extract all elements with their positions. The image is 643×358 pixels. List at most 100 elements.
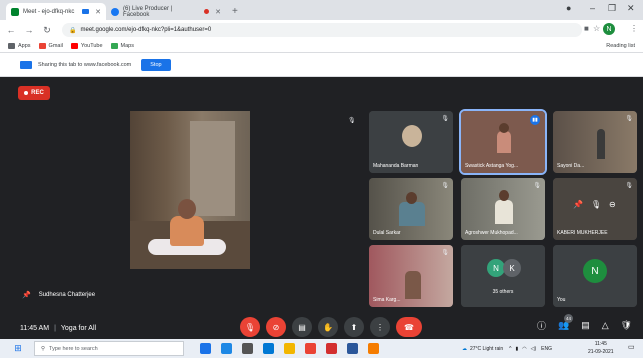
taskbar-search-input[interactable]: ⚲ Type here to search (34, 341, 184, 356)
more-options-button[interactable]: ⋮ (370, 317, 390, 337)
tab-sharing-bar: Sharing this tab to www.facebook.com Sto… (0, 53, 643, 77)
profile-avatar[interactable]: N (603, 23, 615, 35)
host-controls-button[interactable]: 🛡 (621, 320, 632, 331)
apps-grid-icon (8, 43, 15, 49)
volume-icon[interactable]: ◁) (531, 346, 537, 352)
bookmark-label: YouTube (80, 43, 103, 49)
participant-tile[interactable]: 🎙 Dulal Sarkar (369, 178, 453, 240)
camera-toggle-button[interactable]: ⊘ (266, 317, 286, 337)
participant-tile[interactable]: 🎙 Mahananda Barman (369, 111, 453, 173)
video-person-head (406, 192, 417, 204)
captions-button[interactable]: ▤ (292, 317, 312, 337)
participant-avatar (402, 125, 422, 147)
muted-mic-icon: 🎙 (625, 183, 633, 189)
close-tab-icon[interactable]: ✕ (215, 8, 221, 16)
lock-icon: 🔒 (69, 27, 77, 34)
close-window-icon[interactable]: ✕ (627, 3, 635, 14)
camera-in-use-icon[interactable]: ■ (584, 24, 589, 33)
muted-mic-icon: 🎙 (625, 116, 633, 122)
video-person-head (499, 190, 509, 201)
participant-tile[interactable]: ▮▮ Swastick Astanga Yog... (459, 109, 547, 175)
acrobat-icon[interactable] (326, 343, 337, 354)
battery-icon[interactable]: ▮ (516, 346, 519, 352)
edge-icon[interactable] (221, 343, 232, 354)
language-indicator[interactable]: ENG (541, 346, 552, 352)
file-explorer-icon[interactable] (284, 343, 295, 354)
chat-button[interactable]: ▤ (581, 320, 590, 331)
bookmark-apps[interactable]: Apps (8, 43, 31, 49)
task-view-icon[interactable] (200, 343, 211, 354)
mute-participant-icon[interactable]: 🎙 (591, 200, 601, 209)
minimize-icon[interactable]: – (590, 3, 595, 13)
meeting-info-button[interactable]: ⓘ (537, 319, 546, 332)
present-button[interactable]: ⬆ (344, 317, 364, 337)
bookmark-star-icon[interactable]: ☆ (593, 24, 600, 33)
self-avatar: N (583, 259, 607, 283)
url-input[interactable]: 🔒 meet.google.com/ejo-dfkq-nkc?pli=1&aut… (62, 23, 582, 37)
back-icon[interactable]: ← (4, 25, 18, 35)
participant-name: Sima Karg... (373, 297, 401, 303)
tab-label: Meet - ejo-dfkq-nkc (23, 8, 75, 15)
main-video[interactable] (130, 111, 250, 269)
participant-tile[interactable]: 🎙 Agroshwer Mukhopad... (461, 178, 545, 240)
call-controls: 🎙 ⊘ ▤ ✋ ⬆ ⋮ ☎ (240, 317, 428, 337)
bookmark-maps[interactable]: Maps (110, 43, 134, 49)
vlc-icon[interactable] (368, 343, 379, 354)
bookmark-gmail[interactable]: Gmail (38, 43, 63, 49)
gmail-icon (38, 43, 46, 49)
people-button[interactable]: 👥 44 (558, 314, 574, 331)
self-tile[interactable]: N You (553, 245, 637, 307)
video-person (497, 131, 511, 153)
clock-date: 21-09-2021 (588, 349, 614, 355)
speaking-indicator-icon: ▮▮ (530, 115, 540, 125)
pin-participant-icon[interactable]: 📌 (573, 200, 583, 209)
others-count: 35 others (492, 289, 514, 295)
muted-mic-icon: 🎙 (348, 118, 356, 124)
mic-toggle-button[interactable]: 🎙 (240, 317, 260, 337)
windows-start-icon[interactable]: ⊞ (10, 343, 26, 354)
meet-favicon-icon (11, 7, 19, 16)
participant-name: Sayoni Da... (557, 163, 585, 169)
participant-tile[interactable]: 📌 🎙 ⊖ 🎙 KABERI MUKHERJEE (553, 178, 637, 240)
reading-list-button[interactable]: Reading list (606, 43, 635, 49)
activities-button[interactable]: △ (602, 320, 609, 331)
chrome-icon[interactable] (305, 343, 316, 354)
new-tab-button[interactable]: + (226, 3, 244, 20)
remove-participant-icon[interactable]: ⊖ (609, 200, 616, 209)
taskbar-clock[interactable]: 11:45 21-09-2021 (588, 340, 614, 356)
muted-mic-icon: 🎙 (441, 116, 449, 122)
leave-call-button[interactable]: ☎ (396, 317, 422, 337)
video-person (495, 200, 513, 224)
raise-hand-button[interactable]: ✋ (318, 317, 338, 337)
participant-tile-others[interactable]: N K 35 others (461, 245, 545, 307)
screen: Meet - ejo-dfkq-nkc ✕ (6) Live Producer … (0, 0, 643, 358)
search-placeholder: Type here to search (49, 345, 98, 352)
store-icon[interactable] (242, 343, 253, 354)
reload-icon[interactable]: ↻ (40, 25, 54, 36)
rec-label: REC (31, 90, 44, 96)
meeting-title: Yoga for All (60, 325, 97, 332)
muted-mic-icon: 🎙 (533, 183, 541, 189)
bookmark-youtube[interactable]: YouTube (70, 43, 103, 49)
bookmark-label: Apps (18, 43, 31, 49)
tab-facebook[interactable]: (6) Live Producer | Facebook ✕ (106, 3, 226, 20)
muted-mic-icon: 🎙 (441, 250, 449, 256)
tab-search-icon[interactable]: ● (566, 3, 571, 13)
participant-tile[interactable]: 🎙 Sima Karg... (369, 245, 453, 307)
close-tab-icon[interactable]: ✕ (95, 8, 101, 16)
mail-icon[interactable] (263, 343, 274, 354)
word-icon[interactable] (347, 343, 358, 354)
weather-text[interactable]: 27°C Light rain (470, 346, 503, 352)
browser-menu-icon[interactable]: ⋮ (630, 24, 638, 33)
maximize-icon[interactable]: ❐ (608, 3, 616, 14)
stop-sharing-button[interactable]: Stop (141, 58, 171, 71)
youtube-icon (70, 43, 78, 49)
wifi-icon[interactable]: ◠ (522, 346, 526, 352)
notifications-icon[interactable]: ▭ (628, 343, 635, 351)
forward-icon[interactable]: → (22, 25, 36, 35)
participant-tile[interactable]: 🎙 Sayoni Da... (553, 111, 637, 173)
video-person (399, 202, 425, 226)
system-tray: ☁ 27°C Light rain ^ ▮ ◠ ◁) ENG (462, 339, 552, 358)
tab-meet[interactable]: Meet - ejo-dfkq-nkc ✕ (6, 3, 106, 20)
tray-chevron-icon[interactable]: ^ (509, 346, 511, 352)
